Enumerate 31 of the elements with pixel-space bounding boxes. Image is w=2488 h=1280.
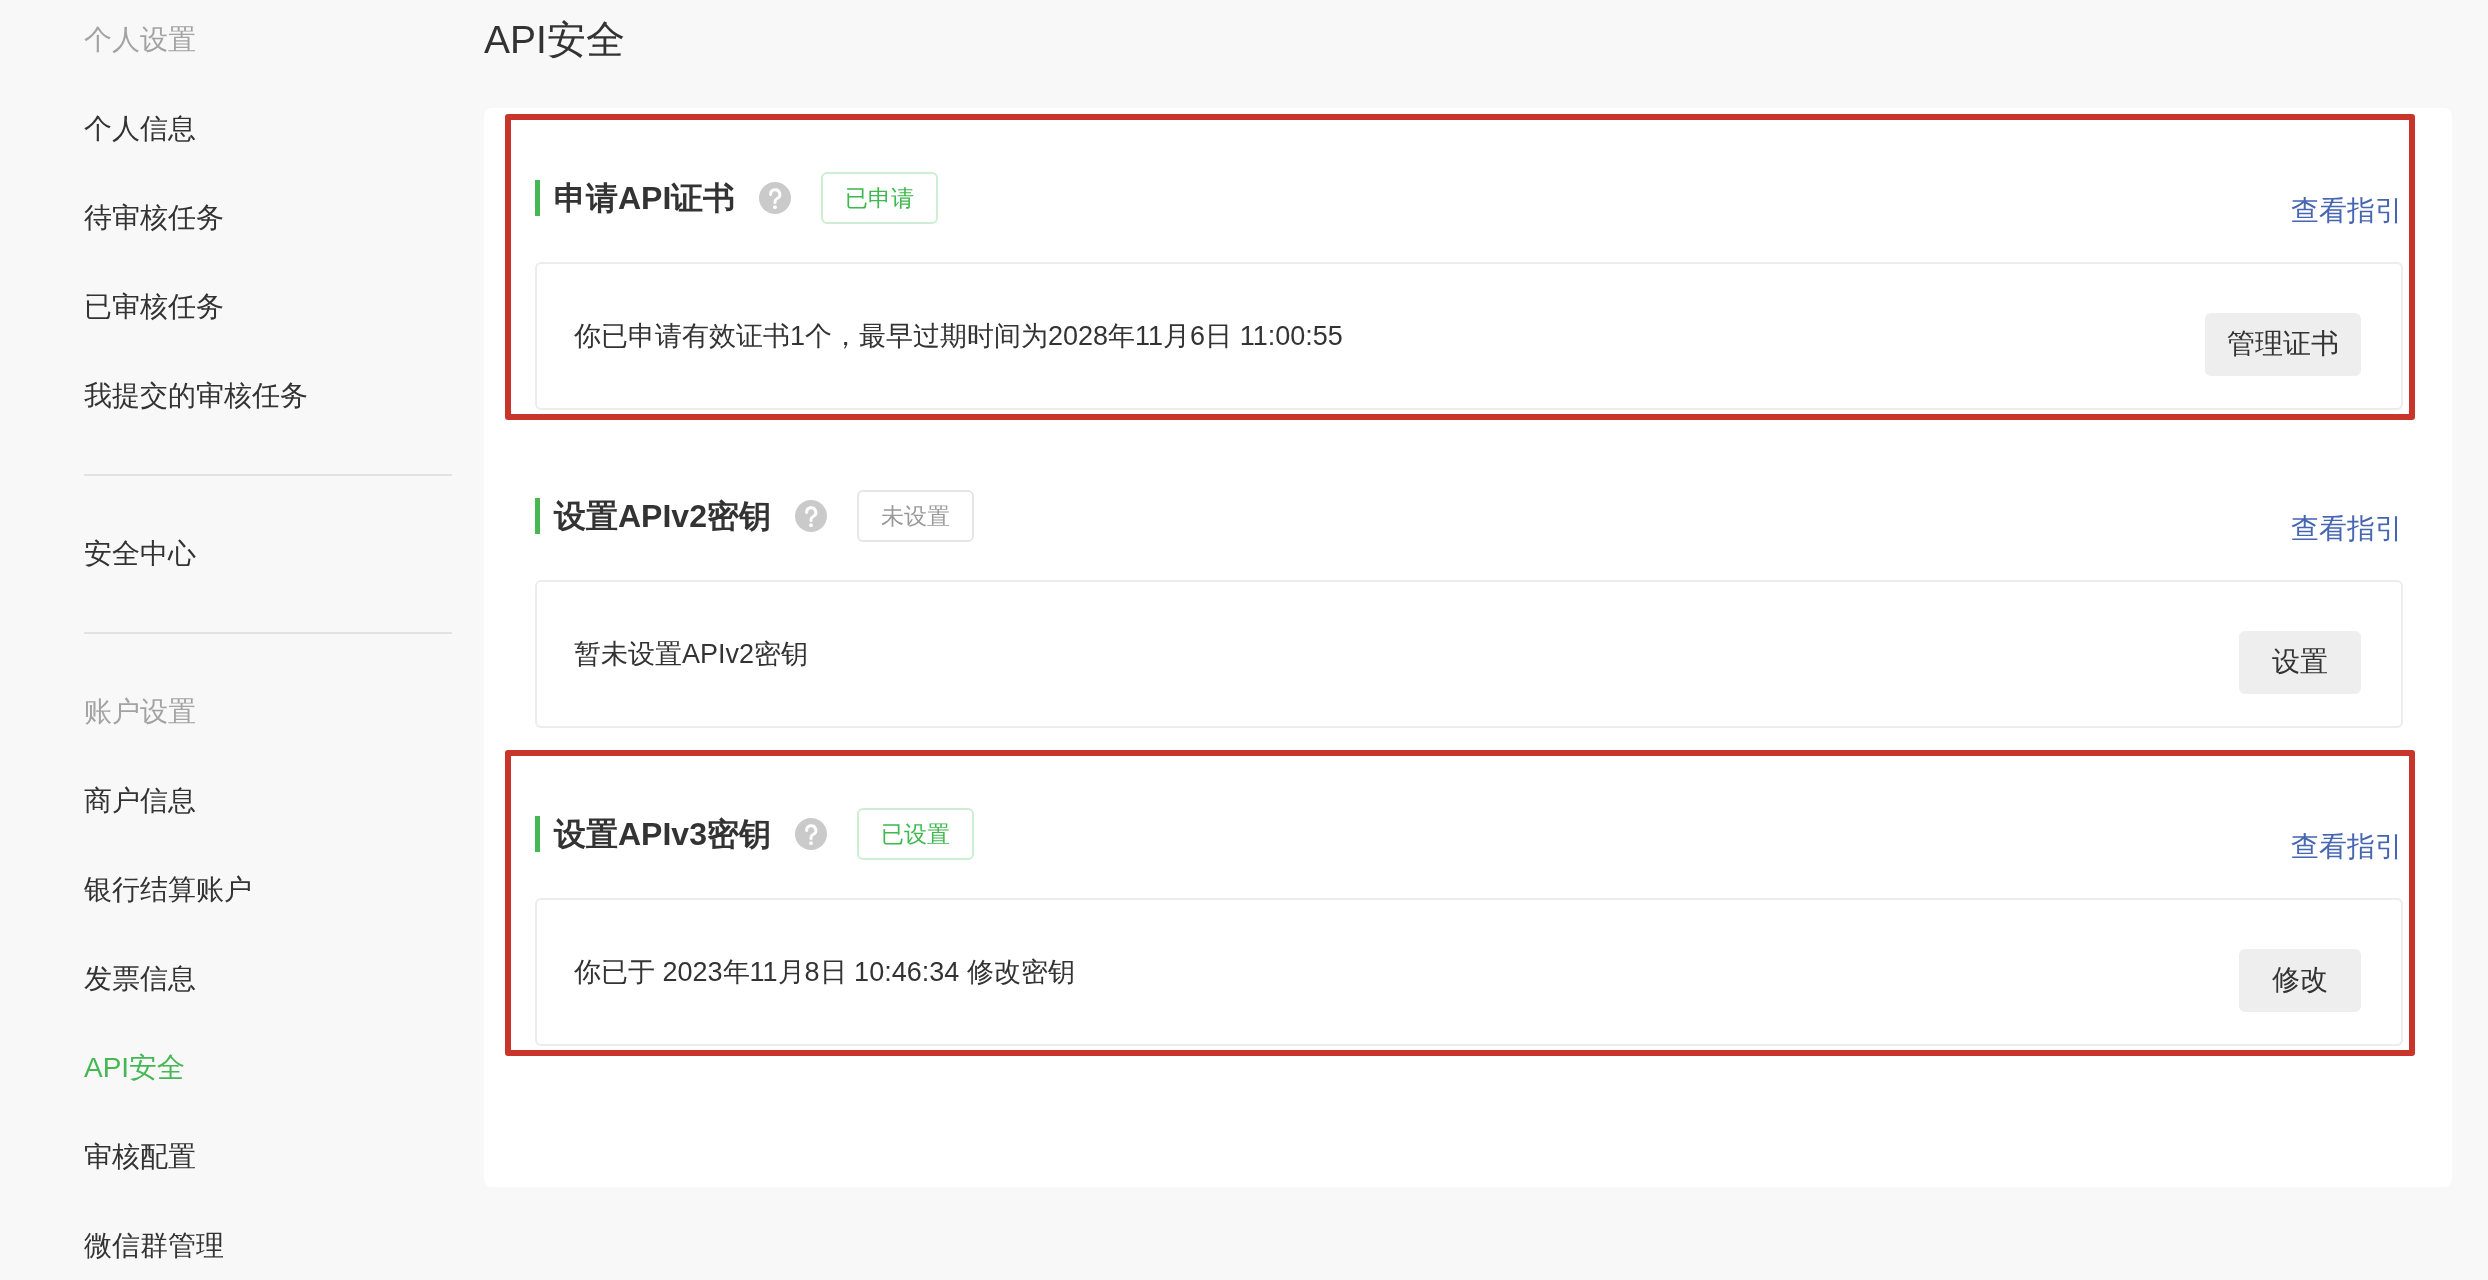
section-title: 设置APIv3密钥 <box>535 816 771 852</box>
sidebar-item[interactable]: 发票信息 <box>84 957 196 1001</box>
sidebar-item[interactable]: 我提交的审核任务 <box>84 374 308 418</box>
action-button[interactable]: 管理证书 <box>2205 312 2361 376</box>
sidebar-item[interactable]: 商户信息 <box>84 779 196 823</box>
section-title: 申请API证书 <box>535 180 736 216</box>
guide-link[interactable]: 查看指引 <box>2291 192 2403 230</box>
action-button[interactable]: 修改 <box>2239 948 2361 1012</box>
sidebar-item[interactable]: 待审核任务 <box>84 196 224 240</box>
sidebar-item[interactable]: 个人信息 <box>84 107 196 151</box>
status-message: 你已于 2023年11月8日 10:46:34 修改密钥 <box>574 956 1075 989</box>
guide-link[interactable]: 查看指引 <box>2291 510 2403 548</box>
status-tag: 已申请 <box>821 172 939 224</box>
guide-link[interactable]: 查看指引 <box>2291 828 2403 866</box>
sidebar-group-title: 账户设置 <box>84 695 196 729</box>
help-icon[interactable] <box>759 182 792 214</box>
sidebar-item[interactable]: 审核配置 <box>84 1135 196 1179</box>
status-tag: 已设置 <box>856 808 974 860</box>
sidebar-item[interactable]: 已审核任务 <box>84 285 224 329</box>
help-icon[interactable] <box>794 500 827 532</box>
page-title: API安全 <box>484 17 625 63</box>
status-message: 你已申请有效证书1个，最早过期时间为2028年11月6日 11:00:55 <box>574 320 1343 353</box>
sidebar-item[interactable]: 安全中心 <box>84 532 196 576</box>
sidebar-item[interactable]: 微信群管理 <box>84 1224 224 1268</box>
sidebar-group-title: 个人设置 <box>84 23 196 57</box>
status-tag: 未设置 <box>856 490 974 542</box>
help-icon[interactable] <box>794 818 827 850</box>
sidebar-item[interactable]: 银行结算账户 <box>84 868 252 912</box>
action-button[interactable]: 设置 <box>2239 630 2361 694</box>
status-message: 暂未设置APIv2密钥 <box>574 638 809 671</box>
section-title: 设置APIv2密钥 <box>535 498 771 534</box>
